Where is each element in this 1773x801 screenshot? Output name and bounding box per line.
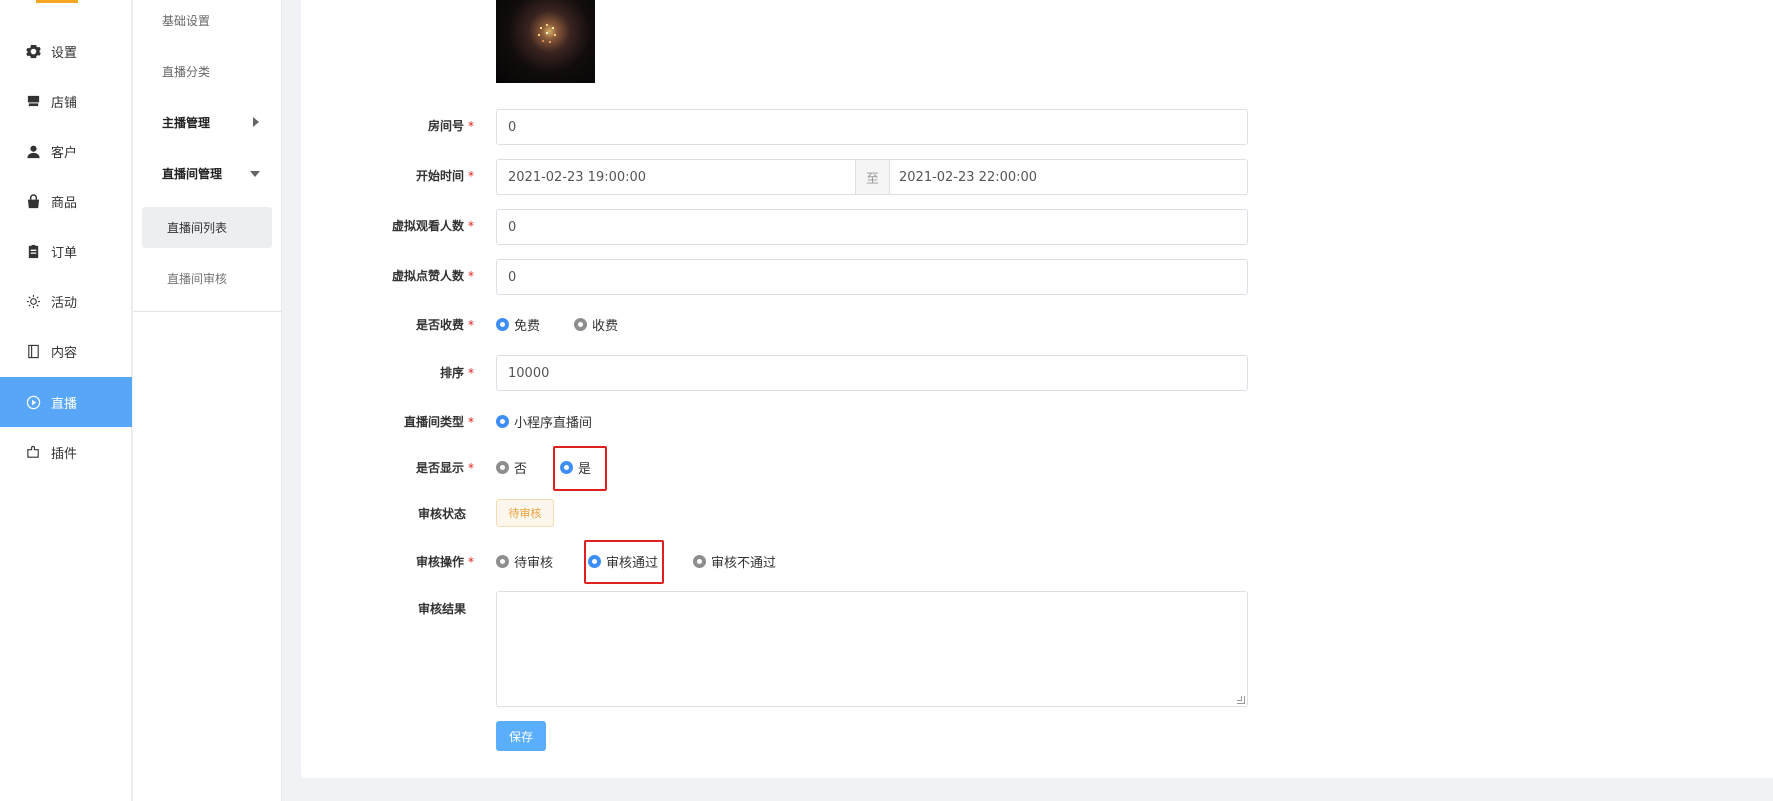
nav-item-settings[interactable]: 设置	[0, 26, 132, 76]
subnav-label: 直播分类	[162, 64, 211, 79]
nav-label: 插件	[51, 446, 78, 462]
sort-input[interactable]: 10000	[496, 355, 1248, 391]
sun-icon	[24, 292, 42, 310]
date-range-separator: 至	[855, 159, 890, 195]
logo	[36, 0, 78, 3]
nav-label: 店铺	[51, 95, 78, 111]
play-circle-icon	[24, 393, 42, 411]
nav-label: 活动	[51, 295, 78, 311]
subnav-item-room-list[interactable]: 直播间列表	[142, 207, 272, 248]
highlight-box-show-yes	[553, 446, 607, 491]
start-time-to-input[interactable]: 2021-02-23 22:00:00	[889, 159, 1248, 195]
subnav-item-basic-settings[interactable]: 基础设置	[133, 0, 282, 40]
subnav-item-room-management[interactable]: 直播间管理	[133, 153, 282, 193]
subnav-item-room-audit[interactable]: 直播间审核	[133, 258, 282, 298]
subnav-label: 基础设置	[162, 13, 211, 28]
start-time-label: 开始时间 *	[415, 169, 474, 183]
radio-unchecked-icon	[693, 555, 706, 568]
save-button[interactable]: 保存	[496, 721, 546, 751]
nav-item-customer[interactable]: 客户	[0, 126, 132, 176]
start-time-from-input[interactable]: 2021-02-23 19:00:00	[496, 159, 855, 195]
nav-label: 直播	[51, 396, 78, 412]
highlight-box-audit-approve	[584, 540, 664, 584]
nav-label: 商品	[51, 195, 78, 211]
nav-label: 订单	[51, 245, 78, 261]
radio-unchecked-icon	[574, 318, 587, 331]
radio-checked-icon	[496, 318, 509, 331]
nav-item-order[interactable]: 订单	[0, 226, 132, 276]
audit-action-label: 审核操作 *	[415, 555, 474, 569]
room-type-miniprogram-radio[interactable]: 小程序直播间	[496, 412, 592, 431]
nav-item-live[interactable]: 直播	[0, 377, 132, 427]
nav-item-plugin[interactable]: 插件	[0, 427, 132, 477]
room-no-input[interactable]: 0	[496, 109, 1248, 145]
nav-label: 设置	[51, 45, 78, 61]
audit-result-textarea[interactable]	[496, 591, 1248, 707]
plugin-icon	[24, 443, 42, 461]
store-icon	[24, 92, 42, 110]
audit-status-badge: 待审核	[496, 499, 554, 527]
sort-label: 排序 *	[439, 366, 474, 380]
virtual-viewers-input[interactable]: 0	[496, 209, 1248, 245]
nav-item-store[interactable]: 店铺	[0, 76, 132, 126]
user-icon	[24, 142, 42, 160]
caret-down-icon	[250, 167, 260, 181]
virtual-viewers-label: 虚拟观看人数 *	[391, 219, 474, 233]
audit-result-label: 审核结果	[417, 602, 466, 616]
audit-status-label: 审核状态	[417, 507, 466, 521]
resize-handle-icon[interactable]	[1237, 696, 1245, 704]
subnav-item-live-category[interactable]: 直播分类	[133, 51, 282, 91]
charge-paid-radio[interactable]: 收费	[574, 315, 618, 334]
nav-label: 内容	[51, 345, 78, 361]
radio-unchecked-icon	[496, 461, 509, 474]
clipboard-icon	[24, 242, 42, 260]
cover-image[interactable]	[496, 0, 595, 83]
subnav-label: 直播间审核	[167, 271, 228, 286]
radio-checked-icon	[496, 415, 509, 428]
shopping-bag-icon	[24, 192, 42, 210]
audit-pending-radio[interactable]: 待审核	[496, 552, 553, 571]
nav-label: 客户	[51, 145, 78, 161]
charge-label: 是否收费 *	[415, 318, 474, 332]
room-no-label: 房间号 *	[427, 119, 474, 133]
main-sidebar: 设置 店铺 客户 商品 订单 活动 内容 直播 插件	[0, 0, 132, 801]
caret-right-icon	[252, 116, 260, 130]
show-label: 是否显示 *	[415, 461, 474, 475]
room-type-label: 直播间类型 *	[403, 415, 474, 429]
nav-item-content[interactable]: 内容	[0, 326, 132, 376]
nav-item-activity[interactable]: 活动	[0, 276, 132, 326]
subnav-divider	[133, 311, 282, 312]
charge-free-radio[interactable]: 免费	[496, 315, 540, 334]
subnav-label: 主播管理	[162, 115, 211, 130]
virtual-likes-label: 虚拟点赞人数 *	[391, 269, 474, 283]
subnav-label: 直播间管理	[162, 166, 223, 181]
gear-icon	[24, 42, 42, 60]
sub-sidebar: 基础设置 直播分类 主播管理 直播间管理 直播间列表 直播间审核	[133, 0, 282, 801]
radio-unchecked-icon	[496, 555, 509, 568]
subnav-label: 直播间列表	[167, 221, 228, 235]
subnav-item-anchor-management[interactable]: 主播管理	[133, 102, 282, 142]
nav-item-product[interactable]: 商品	[0, 176, 132, 226]
show-no-radio[interactable]: 否	[496, 458, 527, 477]
book-icon	[24, 342, 42, 360]
virtual-likes-input[interactable]: 0	[496, 259, 1248, 295]
audit-reject-radio[interactable]: 审核不通过	[693, 552, 776, 571]
